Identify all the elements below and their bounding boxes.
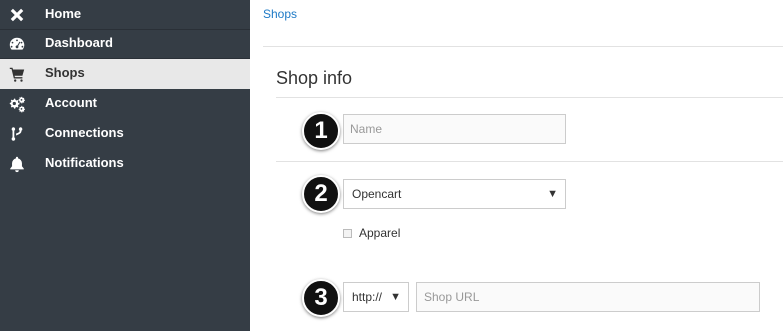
dashboard-icon	[7, 34, 27, 54]
bell-icon	[7, 154, 27, 174]
gears-icon	[7, 94, 27, 114]
cart-icon	[7, 64, 27, 84]
shop-url-placeholder: Shop URL	[424, 290, 480, 304]
sidebar-item-label: Account	[45, 95, 97, 110]
name-input[interactable]: Name	[343, 114, 566, 144]
callout-badge-2: 2	[302, 175, 340, 213]
apparel-label: Apparel	[359, 226, 401, 240]
section-title: Shop info	[276, 68, 353, 88]
dropdown-arrow-icon: ▼	[547, 188, 558, 200]
breadcrumb-shops[interactable]: Shops	[263, 7, 297, 21]
shop-url-input[interactable]: Shop URL	[416, 282, 760, 312]
sidebar-item-label: Shops	[45, 65, 85, 80]
apparel-checkbox[interactable]	[343, 229, 352, 238]
dropdown-arrow-icon: ▼	[390, 291, 401, 303]
sidebar-item-account[interactable]: Account	[0, 89, 250, 119]
sidebar-item-notifications[interactable]: Notifications	[0, 149, 250, 179]
protocol-select[interactable]: http:// ▼	[343, 282, 409, 312]
callout-badge-1: 1	[302, 112, 340, 150]
sidebar-item-shops[interactable]: Shops	[0, 59, 250, 89]
sidebar-item-label: Notifications	[45, 155, 124, 170]
sidebar-item-label: Home	[45, 6, 82, 21]
name-placeholder: Name	[350, 122, 383, 136]
sidebar-item-connections[interactable]: Connections	[0, 119, 250, 149]
sidebar-item-label: Dashboard	[45, 35, 113, 50]
sidebar-item-dashboard[interactable]: Dashboard	[0, 29, 250, 59]
platform-select[interactable]: Opencart ▼	[343, 179, 566, 209]
platform-value: Opencart	[352, 187, 402, 201]
protocol-value: http://	[352, 290, 383, 304]
close-icon	[7, 5, 27, 25]
branch-icon	[7, 124, 27, 144]
sidebar-item-home[interactable]: Home	[0, 0, 250, 30]
sidebar: Home Dashboard Shops Account Connections…	[0, 0, 250, 331]
divider	[276, 97, 783, 98]
divider	[276, 161, 783, 162]
callout-badge-3: 3	[302, 279, 340, 317]
divider	[263, 46, 783, 47]
sidebar-item-label: Connections	[45, 125, 124, 140]
